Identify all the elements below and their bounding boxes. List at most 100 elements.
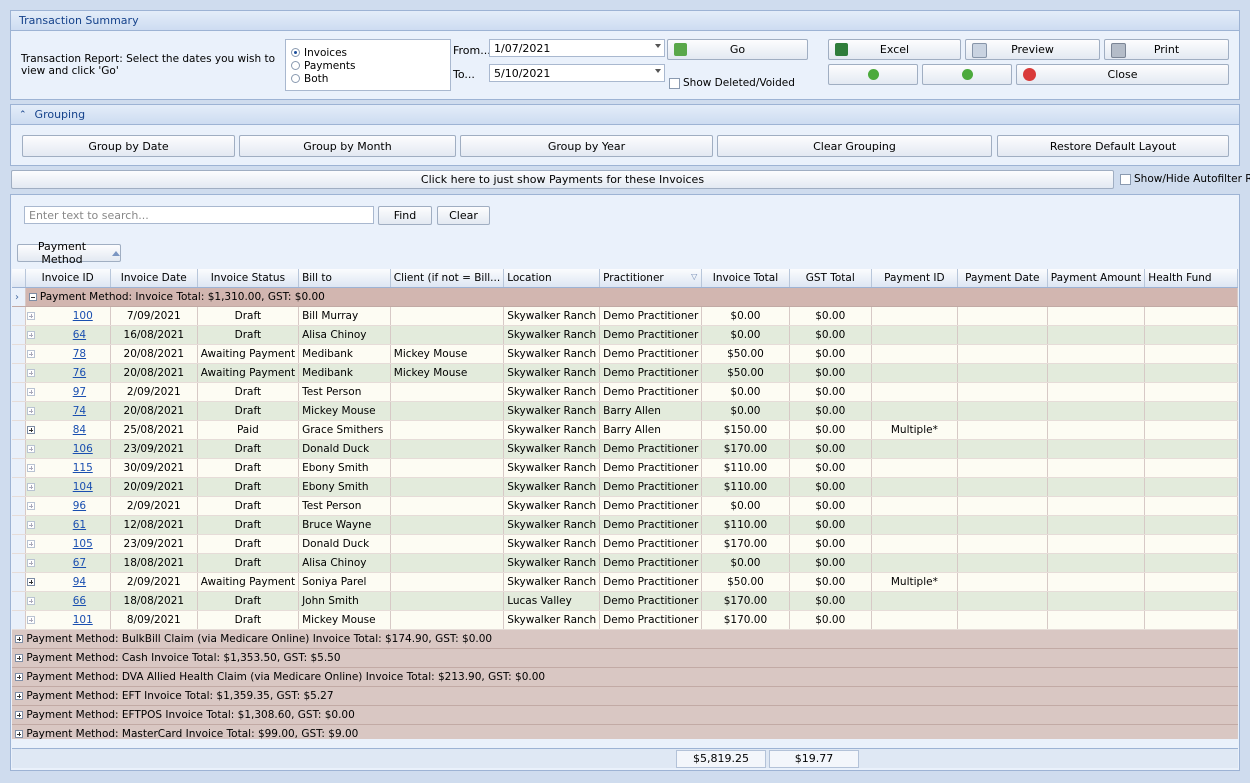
column-header-invoice-total[interactable]: Invoice Total <box>701 269 790 288</box>
row-selector[interactable] <box>12 401 26 421</box>
expand-icon[interactable] <box>26 578 35 586</box>
column-header-invoice-date[interactable]: Invoice Date <box>110 269 198 288</box>
expand-icon[interactable] <box>26 559 35 567</box>
invoice-id-cell[interactable]: 74 <box>26 401 111 421</box>
close-button[interactable]: Close <box>1016 64 1229 85</box>
table-row[interactable]: 105 23/09/2021 Draft Donald Duck Skywalker R… <box>12 534 1238 554</box>
expand-icon[interactable] <box>15 692 23 700</box>
expand-icon[interactable] <box>15 654 23 662</box>
table-row[interactable]: 61 12/08/2021 Draft Bruce Wayne Skywalker Ra… <box>12 515 1238 535</box>
invoice-id-link[interactable]: 67 <box>73 557 86 569</box>
expand-icon[interactable] <box>26 426 35 434</box>
group-by-year-button[interactable]: Group by Year <box>460 135 713 157</box>
row-selector[interactable] <box>12 591 26 611</box>
column-header-invoice-status[interactable]: Invoice Status <box>197 269 300 288</box>
invoice-id-cell[interactable]: 96 <box>26 496 111 516</box>
row-selector[interactable] <box>12 572 26 592</box>
invoice-id-cell[interactable]: 105 <box>26 534 111 554</box>
group-row[interactable]: Payment Method: EFT Invoice Total: $1,35… <box>12 686 1238 706</box>
expand-icon[interactable] <box>15 635 23 643</box>
expand-icon[interactable] <box>26 312 35 320</box>
group-chip-payment-method[interactable]: Payment Method <box>17 240 121 266</box>
row-selector[interactable]: › <box>12 287 26 307</box>
preview-button[interactable]: Preview <box>965 39 1100 60</box>
column-header-bill-to[interactable]: Bill to <box>298 269 391 288</box>
group-row[interactable]: Payment Method: BulkBill Claim (via Medi… <box>12 629 1238 649</box>
expand-icon[interactable] <box>26 540 35 548</box>
invoice-id-cell[interactable]: 84 <box>26 420 111 440</box>
column-header-payment-date[interactable]: Payment Date <box>957 269 1048 288</box>
column-header-client[interactable]: Client (if not = Bill... <box>390 269 505 288</box>
table-row[interactable]: 101 8/09/2021 Draft Mickey Mouse Skywalker R… <box>12 610 1238 630</box>
table-row[interactable]: 96 2/09/2021 Draft Test Person Skywalker Ran… <box>12 496 1238 516</box>
invoice-id-cell[interactable]: 61 <box>26 515 111 535</box>
row-selector[interactable] <box>12 363 26 383</box>
expand-icon[interactable] <box>26 597 35 605</box>
collapse-icon[interactable] <box>28 293 37 301</box>
filter-icon[interactable]: ▽ <box>691 272 697 281</box>
expand-icon[interactable] <box>26 616 35 624</box>
table-row[interactable]: 74 20/08/2021 Draft Mickey Mouse Skywalker R… <box>12 401 1238 421</box>
expand-icon[interactable] <box>26 483 35 491</box>
table-row[interactable]: 84 25/08/2021 Paid Grace Smithers Skywalker … <box>12 420 1238 440</box>
table-row[interactable]: 106 23/09/2021 Draft Donald Duck Skywalker R… <box>12 439 1238 459</box>
expand-icon[interactable] <box>26 350 35 358</box>
invoice-id-cell[interactable]: 106 <box>26 439 111 459</box>
invoice-id-cell[interactable]: 76 <box>26 363 111 383</box>
row-selector[interactable] <box>12 420 26 440</box>
expand-icon[interactable] <box>15 673 23 681</box>
invoice-id-cell[interactable]: 78 <box>26 344 111 364</box>
autofilter-toggle[interactable]: Show/Hide Autofilter Rov <box>1120 173 1250 185</box>
column-header-payment-id[interactable]: Payment ID <box>871 269 958 288</box>
invoice-id-link[interactable]: 84 <box>73 424 86 436</box>
invoice-id-cell[interactable]: 67 <box>26 553 111 573</box>
expand-icon[interactable] <box>26 464 35 472</box>
group-row[interactable]: Payment Method: Cash Invoice Total: $1,3… <box>12 648 1238 668</box>
clear-search-button[interactable]: Clear <box>437 206 490 225</box>
invoice-id-cell[interactable]: 94 <box>26 572 111 592</box>
invoice-id-cell[interactable]: 100 <box>26 306 111 326</box>
column-header-health-fund[interactable]: Health Fund <box>1144 269 1238 288</box>
from-date-field[interactable]: 1/07/2021 <box>489 39 665 57</box>
table-row[interactable]: 78 20/08/2021 Awaiting Payment Medibank Mick… <box>12 344 1238 364</box>
row-selector[interactable] <box>12 477 26 497</box>
group-row[interactable]: Payment Method: DVA Allied Health Claim … <box>12 667 1238 687</box>
invoice-id-link[interactable]: 64 <box>73 329 86 341</box>
group-row[interactable]: › Payment Method: Invoice Total: $1,310.… <box>12 287 1238 307</box>
expand-icon[interactable] <box>26 521 35 529</box>
table-row[interactable]: 67 18/08/2021 Draft Alisa Chinoy Skywalker R… <box>12 553 1238 573</box>
invoice-id-cell[interactable]: 64 <box>26 325 111 345</box>
table-row[interactable]: 76 20/08/2021 Awaiting Payment Medibank Mick… <box>12 363 1238 383</box>
group-row[interactable]: Payment Method: MasterCard Invoice Total… <box>12 724 1238 739</box>
invoice-id-cell[interactable]: 66 <box>26 591 111 611</box>
column-header-payment-amount[interactable]: Payment Amount <box>1047 269 1146 288</box>
invoice-id-link[interactable]: 101 <box>73 614 93 626</box>
invoice-id-link[interactable]: 105 <box>73 538 93 550</box>
restore-default-layout-button[interactable]: Restore Default Layout <box>997 135 1229 157</box>
clear-grouping-button[interactable]: Clear Grouping <box>717 135 992 157</box>
grouping-header[interactable]: ⌃ Grouping <box>11 105 1239 125</box>
move-up-button[interactable] <box>828 64 918 85</box>
expand-icon[interactable] <box>26 502 35 510</box>
move-down-button[interactable] <box>922 64 1012 85</box>
invoice-id-cell[interactable]: 101 <box>26 610 111 630</box>
radio-payments[interactable]: Payments <box>291 59 450 72</box>
excel-button[interactable]: Excel <box>828 39 961 60</box>
group-by-date-button[interactable]: Group by Date <box>22 135 235 157</box>
row-selector[interactable] <box>12 610 26 630</box>
invoice-id-link[interactable]: 115 <box>73 462 93 474</box>
row-selector[interactable] <box>12 458 26 478</box>
row-selector[interactable] <box>12 553 26 573</box>
row-selector[interactable] <box>12 306 26 326</box>
table-row[interactable]: 66 18/08/2021 Draft John Smith Lucas Valley D… <box>12 591 1238 611</box>
invoice-id-link[interactable]: 97 <box>73 386 86 398</box>
column-header-practitioner[interactable]: Practitioner ▽ <box>599 269 703 288</box>
chevron-down-icon[interactable] <box>655 44 661 48</box>
row-selector[interactable] <box>12 439 26 459</box>
row-selector[interactable] <box>12 534 26 554</box>
search-input[interactable]: Enter text to search... <box>24 206 374 224</box>
table-row[interactable]: 94 2/09/2021 Awaiting Payment Soniya Parel S… <box>12 572 1238 592</box>
chevron-down-icon[interactable] <box>655 69 661 73</box>
column-header-location[interactable]: Location <box>503 269 601 288</box>
invoice-id-link[interactable]: 78 <box>73 348 86 360</box>
